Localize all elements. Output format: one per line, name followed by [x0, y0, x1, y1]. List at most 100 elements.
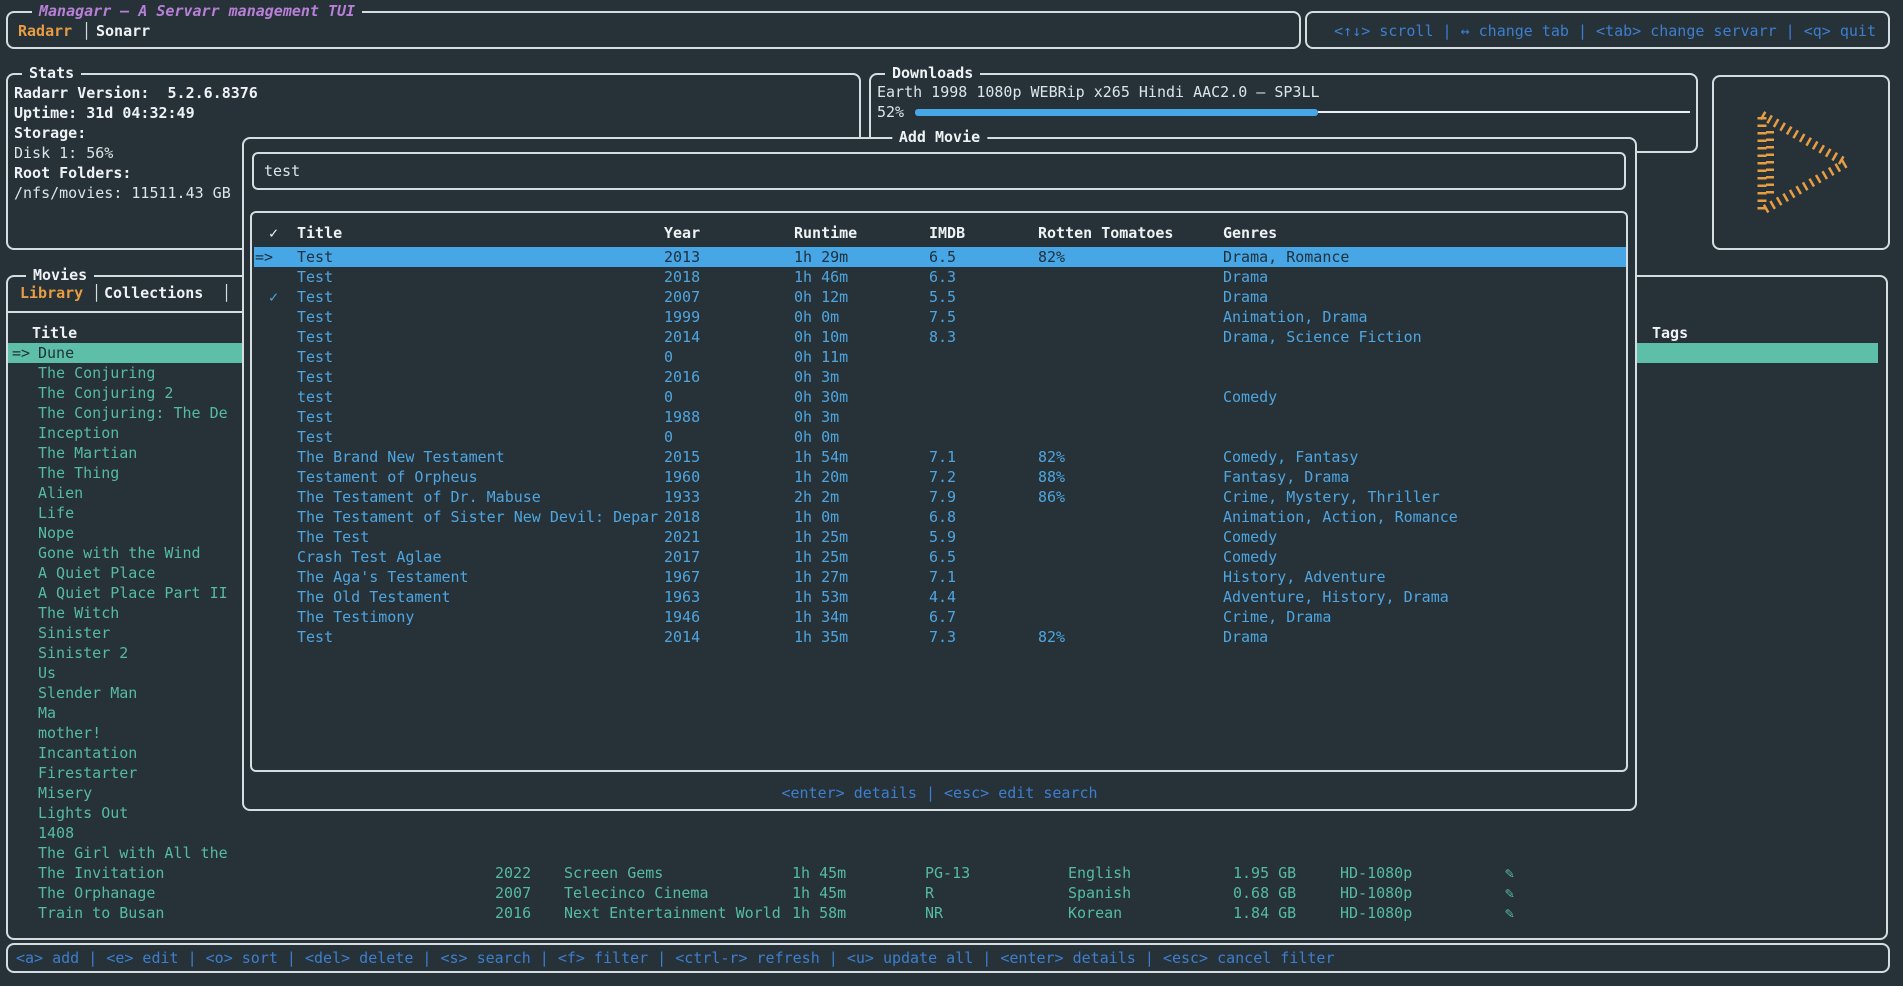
cell-runtime: 1h 29m [794, 247, 848, 267]
search-result-row[interactable]: Test20160h 3m [252, 367, 1626, 387]
movie-search-box: test [252, 152, 1626, 190]
stats-text: Root Folders: [14, 163, 131, 183]
library-row[interactable]: The Orphanage2007Telecinco Cinema1h 45mR… [8, 883, 1886, 903]
library-movie-title: Train to Busan [38, 903, 164, 923]
library-movie-title: Alien [38, 483, 83, 503]
library-movie-title: A Quiet Place Part II [38, 583, 228, 603]
tab-collections[interactable]: Collections [104, 283, 203, 303]
search-result-row[interactable]: Test00h 0m [252, 427, 1626, 447]
cell-runtime: 2h 2m [794, 487, 839, 507]
cell-runtime: 1h 25m [794, 547, 848, 567]
cell-title: test [297, 387, 333, 407]
library-movie-title: Firestarter [38, 763, 137, 783]
download-percent-label: 52% [877, 102, 904, 122]
cell-imdb: 7.2 [929, 467, 956, 487]
col-year: Year [664, 223, 700, 243]
tab-library[interactable]: Library [20, 283, 83, 303]
library-movie-title: The Girl with All the [38, 843, 228, 863]
cell-rotten-tomatoes: 82% [1038, 447, 1065, 467]
search-result-row[interactable]: The Testament of Sister New Devil: Depar… [252, 507, 1626, 527]
search-result-row[interactable]: Test20140h 10m8.3Drama, Science Fiction [252, 327, 1626, 347]
cell-year: 0 [664, 427, 673, 447]
cell-year: 1960 [664, 467, 700, 487]
cell-year: 2018 [664, 267, 700, 287]
cell-rotten-tomatoes: 86% [1038, 487, 1065, 507]
cell-title: Test [297, 247, 333, 267]
cell-year: 2021 [664, 527, 700, 547]
cell-runtime: 1h 58m [792, 903, 846, 923]
search-result-row[interactable]: Testament of Orpheus19601h 20m7.288%Fant… [252, 467, 1626, 487]
library-row[interactable]: 1408 [8, 823, 1886, 843]
cell-quality: HD-1080p [1340, 883, 1412, 903]
library-movie-title: Sinister 2 [38, 643, 128, 663]
tab-radarr[interactable]: Radarr [18, 21, 72, 41]
search-result-row[interactable]: The Brand New Testament20151h 54m7.182%C… [252, 447, 1626, 467]
search-result-row[interactable]: ✓Test20070h 12m5.5Drama [252, 287, 1626, 307]
library-movie-title: The Martian [38, 443, 137, 463]
col-rotten-tomatoes: Rotten Tomatoes [1038, 223, 1173, 243]
cell-imdb: 6.5 [929, 247, 956, 267]
cell-runtime: 1h 46m [794, 267, 848, 287]
download-progress-track [1318, 111, 1690, 113]
library-movie-title: A Quiet Place [38, 563, 155, 583]
edit-pencil-icon[interactable]: ✎ [1505, 903, 1514, 923]
library-movie-title: Dune [38, 343, 74, 363]
search-result-row[interactable]: Test00h 11m [252, 347, 1626, 367]
edit-pencil-icon[interactable]: ✎ [1505, 883, 1514, 903]
cell-title: The Testimony [297, 607, 414, 627]
cell-runtime: 0h 12m [794, 287, 848, 307]
library-movie-title: The Orphanage [38, 883, 155, 903]
cell-year: 2015 [664, 447, 700, 467]
library-movie-title: The Conjuring [38, 363, 155, 383]
library-row[interactable]: The Girl with All the [8, 843, 1886, 863]
library-row[interactable]: Train to Busan2016Next Entertainment Wor… [8, 903, 1886, 923]
col-genres: Genres [1223, 223, 1277, 243]
cell-rotten-tomatoes: 82% [1038, 627, 1065, 647]
col-runtime: Runtime [794, 223, 857, 243]
cell-studio: Screen Gems [564, 863, 663, 883]
edit-pencil-icon[interactable]: ✎ [1505, 863, 1514, 883]
search-result-row[interactable]: The Testimony19461h 34m6.7Crime, Drama [252, 607, 1626, 627]
library-movie-title: The Conjuring 2 [38, 383, 173, 403]
selection-marker: => [12, 343, 30, 363]
cell-genres: Comedy [1223, 547, 1277, 567]
tab-sonarr[interactable]: Sonarr [96, 21, 150, 41]
search-result-row[interactable]: Test20181h 46m6.3Drama [252, 267, 1626, 287]
search-result-row[interactable]: The Test20211h 25m5.9Comedy [252, 527, 1626, 547]
library-movie-title: Us [38, 663, 56, 683]
cell-genres: Adventure, History, Drama [1223, 587, 1449, 607]
popup-keybindings: <enter> details | <esc> edit search [244, 783, 1635, 803]
search-result-row[interactable]: The Old Testament19631h 53m4.4Adventure,… [252, 587, 1626, 607]
cell-runtime: 1h 53m [794, 587, 848, 607]
search-results-table: ✓ Title Year Runtime IMDB Rotten Tomatoe… [250, 211, 1628, 772]
library-row[interactable]: The Invitation2022Screen Gems1h 45mPG-13… [8, 863, 1886, 883]
search-result-row[interactable]: test00h 30mComedy [252, 387, 1626, 407]
search-result-row[interactable]: Test19990h 0m7.5Animation, Drama [252, 307, 1626, 327]
cell-language: Spanish [1068, 883, 1131, 903]
cell-imdb: 6.8 [929, 507, 956, 527]
cell-studio: Telecinco Cinema [564, 883, 709, 903]
search-result-row[interactable]: The Testament of Dr. Mabuse19332h 2m7.98… [252, 487, 1626, 507]
cell-studio: Next Entertainment World [564, 903, 781, 923]
cell-imdb: 6.7 [929, 607, 956, 627]
cell-language: English [1068, 863, 1131, 883]
search-result-row[interactable]: The Aga's Testament19671h 27m7.1History,… [252, 567, 1626, 587]
cell-title: The Aga's Testament [297, 567, 469, 587]
global-keybindings: <↑↓> scroll | ↔ change tab | <tab> chang… [1334, 22, 1888, 40]
cell-imdb: 7.9 [929, 487, 956, 507]
library-movie-title: Nope [38, 523, 74, 543]
cell-title: The Test [297, 527, 369, 547]
cell-runtime: 0h 3m [794, 367, 839, 387]
cell-genres: Comedy, Fantasy [1223, 447, 1358, 467]
movie-search-input[interactable]: test [264, 161, 300, 181]
cell-imdb: 7.3 [929, 627, 956, 647]
search-result-row[interactable]: Crash Test Aglae20171h 25m6.5Comedy [252, 547, 1626, 567]
search-result-row[interactable]: Test19880h 3m [252, 407, 1626, 427]
search-result-row[interactable]: Test20141h 35m7.382%Drama [252, 627, 1626, 647]
cell-genres: Animation, Action, Romance [1223, 507, 1458, 527]
cell-genres: Drama [1223, 267, 1268, 287]
search-result-row[interactable]: =>Test20131h 29m6.582%Drama, Romance [252, 247, 1626, 267]
cell-title: Test [297, 267, 333, 287]
cell-runtime: 0h 30m [794, 387, 848, 407]
cell-quality: HD-1080p [1340, 903, 1412, 923]
